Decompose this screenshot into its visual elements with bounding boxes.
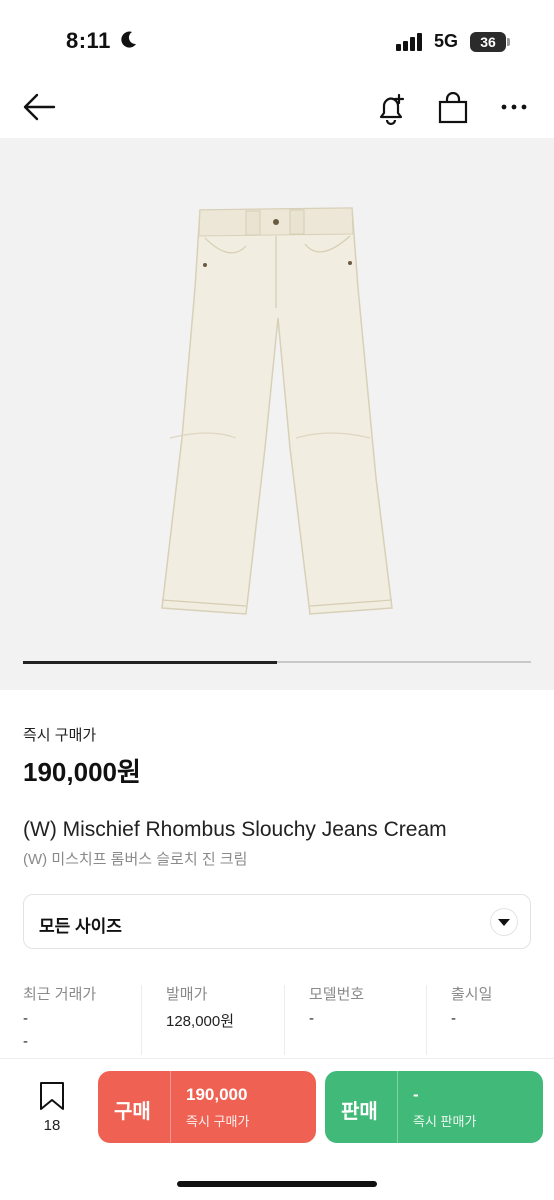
top-nav: [0, 80, 554, 138]
bookmark-icon: [40, 1082, 64, 1110]
product-image: [161, 207, 393, 615]
status-bar: 8:11 5G 36: [0, 0, 554, 80]
size-select-value: 모든 사이즈: [39, 917, 122, 936]
battery-tip: [507, 38, 510, 46]
status-time: 8:11: [66, 28, 111, 53]
bell-plus-icon[interactable]: [374, 92, 408, 126]
size-select-toggle[interactable]: [490, 908, 518, 936]
info-header: 최근 거래가: [23, 986, 97, 1003]
info-value: -: [23, 1010, 28, 1027]
sell-button-label: 판매: [341, 1101, 378, 1123]
signal-icon: [396, 33, 422, 51]
info-header: 출시일: [451, 986, 493, 1003]
info-header: 모델번호: [309, 986, 365, 1003]
info-header: 발매가: [166, 986, 208, 1003]
info-value: -: [309, 1010, 314, 1027]
arrow-left-icon[interactable]: [22, 92, 56, 122]
bottom-action-bar: 18 구매 190,000 즉시 구매가 판매 - 즉시 판매가: [0, 1058, 554, 1200]
buy-button[interactable]: 구매 190,000 즉시 구매가: [98, 1071, 316, 1143]
buy-button-price: 190,000: [186, 1085, 248, 1104]
info-release-price: 발매가 128,000원: [166, 983, 296, 1031]
sell-button-sublabel: 즉시 판매가: [413, 1114, 477, 1129]
buy-button-sublabel: 즉시 구매가: [186, 1114, 250, 1129]
button-separator: [170, 1071, 171, 1143]
info-value: -: [451, 1010, 456, 1027]
divider: [141, 985, 142, 1055]
network-label: 5G: [434, 31, 459, 51]
shopping-bag-icon[interactable]: [437, 92, 469, 124]
moon-icon: [121, 31, 136, 48]
battery-indicator: 36: [470, 32, 506, 52]
info-value: -: [23, 1033, 28, 1050]
divider: [284, 985, 285, 1055]
button-separator: [397, 1071, 398, 1143]
divider: [426, 985, 427, 1055]
caret-down-icon: [498, 919, 510, 926]
info-recent-price: 최근 거래가 - -: [23, 983, 153, 1050]
gallery-progress: [23, 660, 531, 664]
info-release-date: 출시일 -: [451, 983, 541, 1027]
product-title-ko: (W) 미스치프 롬버스 슬로치 진 크림: [23, 851, 248, 868]
product-image-gallery[interactable]: [0, 138, 554, 690]
instant-buy-label: 즉시 구매가: [23, 727, 97, 744]
more-horizontal-icon[interactable]: [500, 102, 528, 112]
bookmark-count: 18: [43, 1117, 61, 1134]
home-indicator: [177, 1181, 377, 1187]
instant-buy-price: 190,000원: [23, 757, 141, 787]
gallery-progress-fill: [23, 660, 277, 664]
product-title-en: (W) Mischief Rhombus Slouchy Jeans Cream: [23, 818, 447, 841]
info-model-number: 모델번호 -: [309, 983, 439, 1027]
sell-button[interactable]: 판매 - 즉시 판매가: [325, 1071, 543, 1143]
info-value: 128,000원: [166, 1013, 235, 1030]
sell-button-price: -: [413, 1085, 419, 1104]
bookmark-button[interactable]: 18: [30, 1079, 74, 1139]
buy-button-label: 구매: [114, 1101, 151, 1123]
size-select[interactable]: 모든 사이즈: [23, 894, 531, 949]
